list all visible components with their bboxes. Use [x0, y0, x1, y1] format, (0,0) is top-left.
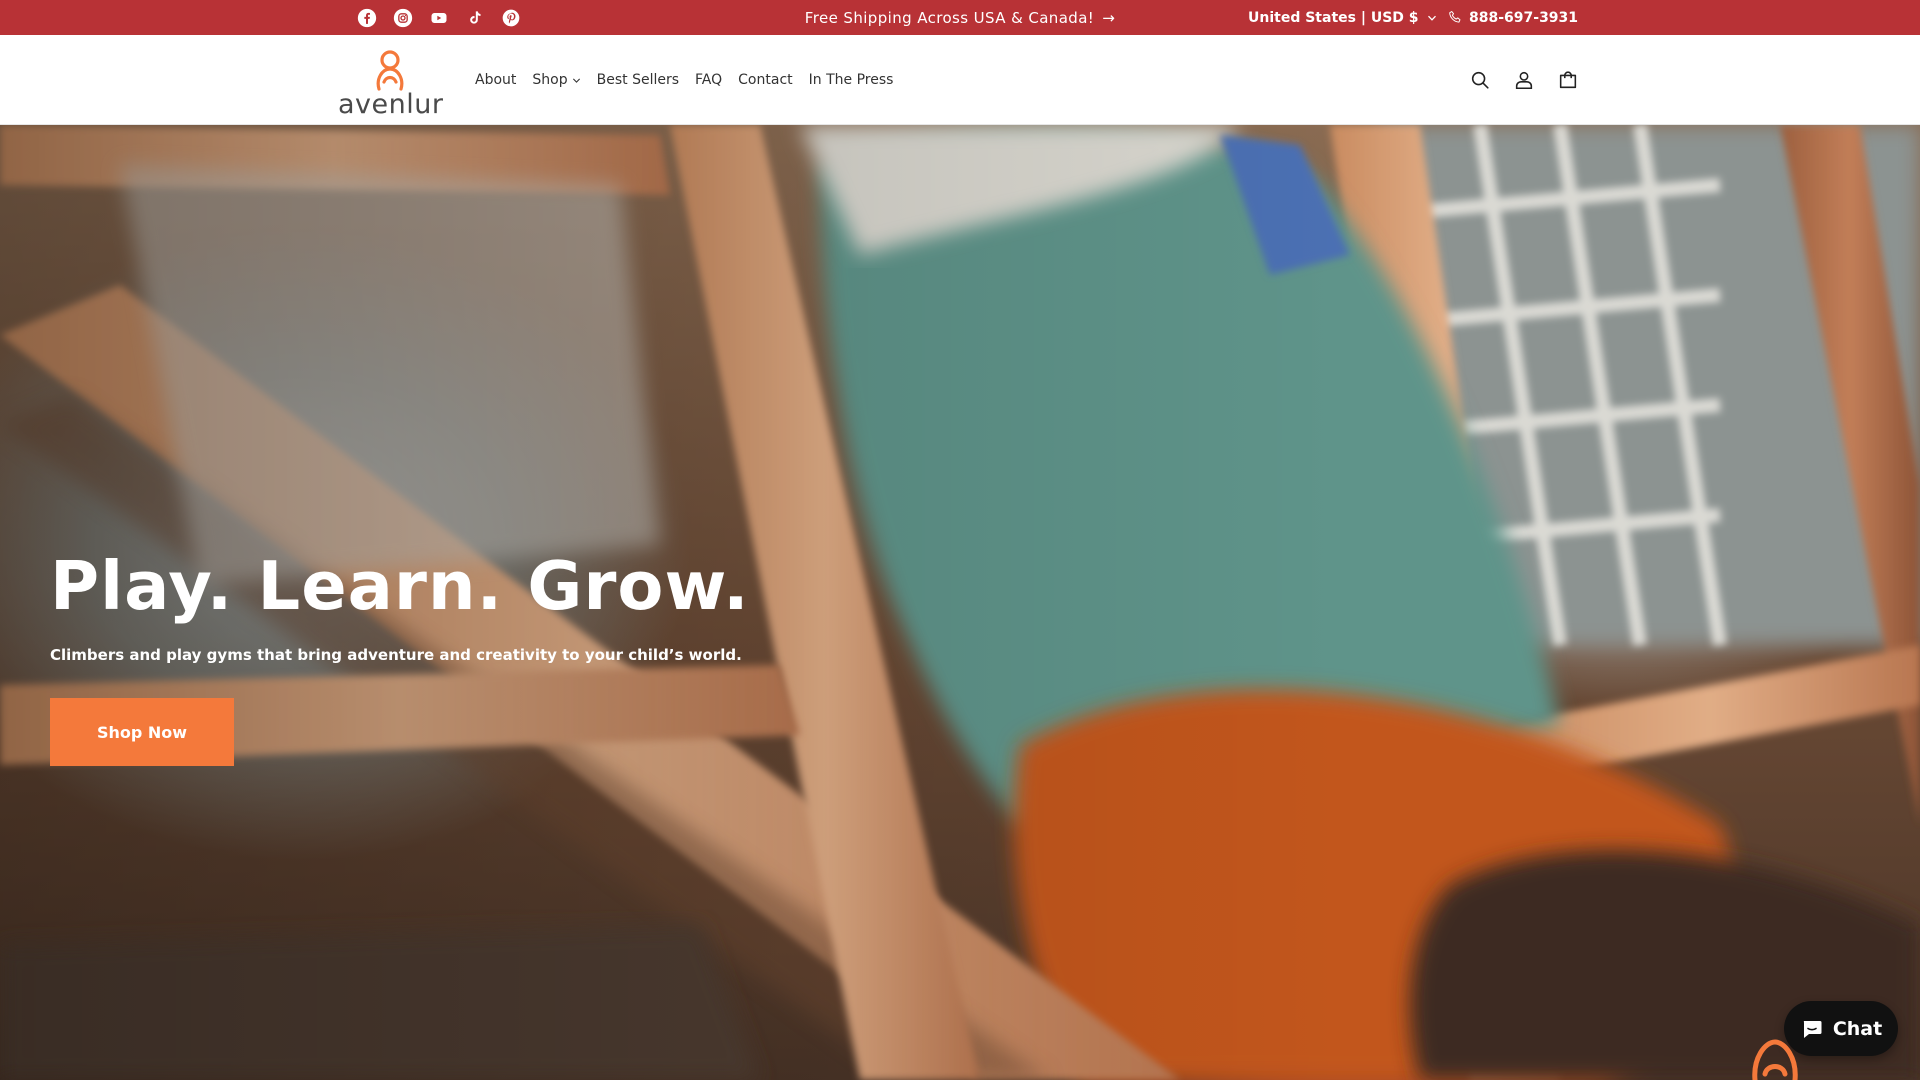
header-icons — [1466, 35, 1582, 125]
main-nav: About Shop Best Sellers FAQ Contact In T… — [475, 35, 893, 125]
hero-banner: Play. Learn. Grow. Climbers and play gym… — [0, 125, 1920, 1080]
locale-selector[interactable]: United States | USD $ — [1248, 0, 1437, 35]
nav-shop-label: Shop — [532, 72, 568, 88]
site-header: avenlur About Shop Best Sellers FAQ Cont… — [0, 35, 1920, 125]
phone-number: 888-697-3931 — [1469, 9, 1579, 26]
phone-link[interactable]: 888-697-3931 — [1447, 0, 1578, 35]
nav-contact[interactable]: Contact — [738, 72, 792, 88]
search-icon — [1471, 71, 1489, 89]
nav-best-sellers[interactable]: Best Sellers — [597, 72, 679, 88]
nav-in-the-press-label: In The Press — [808, 72, 894, 88]
shop-now-button[interactable]: Shop Now — [50, 698, 234, 766]
chevron-down-icon — [1427, 15, 1436, 21]
nav-contact-label: Contact — [738, 72, 793, 88]
announcement-text[interactable]: Free Shipping Across USA & Canada! — [805, 9, 1094, 27]
avenlur-badge-icon[interactable] — [1749, 1034, 1801, 1080]
nav-in-the-press[interactable]: In The Press — [809, 72, 894, 88]
chat-bubble-icon — [1803, 1020, 1822, 1038]
hero-title: Play. Learn. Grow. — [50, 547, 750, 625]
cart-button[interactable] — [1554, 66, 1582, 94]
arrow-right-icon: → — [1102, 8, 1116, 27]
nav-about[interactable]: About — [475, 72, 516, 88]
cart-icon — [1559, 71, 1577, 89]
chat-label: Chat — [1832, 1017, 1883, 1040]
nav-about-label: About — [475, 72, 517, 88]
announcement[interactable]: Free Shipping Across USA & Canada! → — [0, 0, 1920, 35]
nav-shop[interactable]: Shop — [532, 72, 580, 88]
hero-subtitle: Climbers and play gyms that bring advent… — [50, 646, 742, 664]
chat-button[interactable]: Chat — [1784, 1001, 1898, 1056]
avenlur-logo-mark — [376, 50, 404, 91]
logo-wordmark: avenlur — [338, 89, 444, 120]
chevron-down-icon — [572, 78, 580, 83]
phone-icon — [1449, 10, 1461, 23]
nav-best-sellers-label: Best Sellers — [596, 72, 680, 88]
nav-faq[interactable]: FAQ — [695, 72, 722, 88]
nav-faq-label: FAQ — [695, 72, 723, 88]
account-icon — [1515, 71, 1533, 90]
announcement-bar: Free Shipping Across USA & Canada! → Uni… — [0, 0, 1920, 35]
account-button[interactable] — [1510, 66, 1538, 94]
locale-label: United States | USD $ — [1248, 9, 1419, 26]
search-button[interactable] — [1466, 66, 1494, 94]
logo[interactable]: avenlur — [338, 49, 444, 120]
